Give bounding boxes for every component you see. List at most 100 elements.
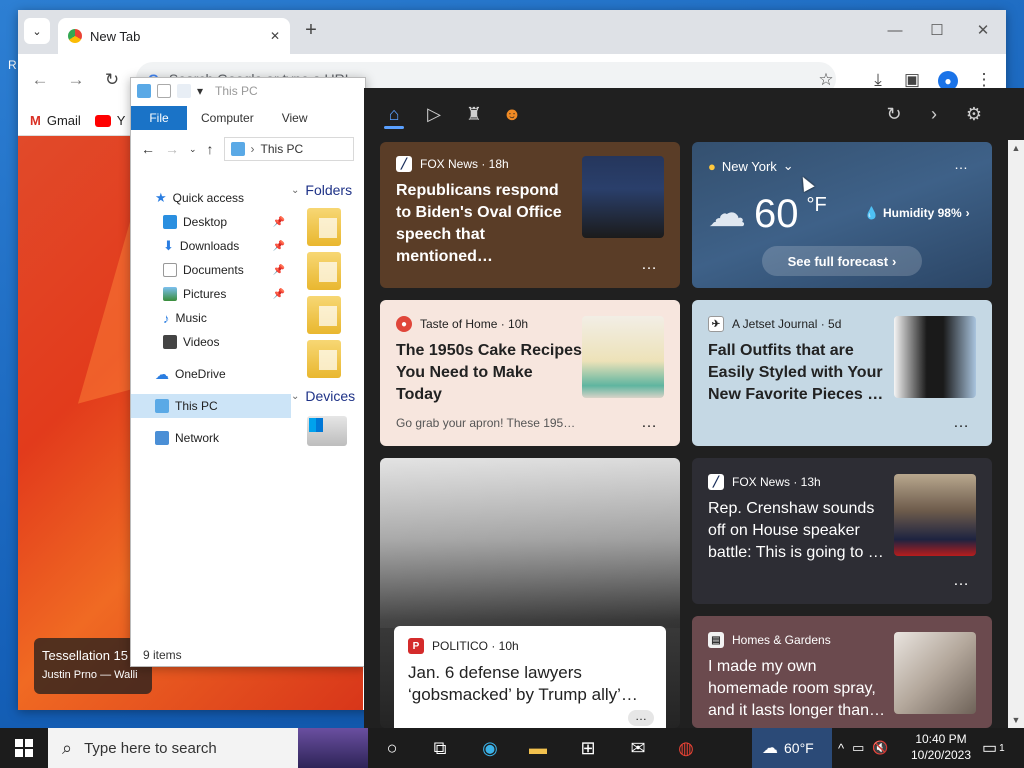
folders-group-header[interactable]: ⌄ Folders — [291, 178, 365, 202]
more-options-icon[interactable]: … — [641, 256, 658, 274]
youtube-icon — [94, 114, 111, 127]
chrome-tab-bar: ⌄ New Tab ✕ + — ☐ ✕ — [18, 10, 1006, 54]
chevron-right-icon: › — [965, 206, 970, 220]
start-button[interactable] — [0, 728, 48, 768]
network-icon[interactable]: ▭ — [852, 740, 864, 756]
news-card[interactable]: P POLITICO · 10h Jan. 6 defense lawyers … — [380, 458, 680, 728]
maximize-button[interactable]: ☐ — [922, 20, 952, 42]
bookmark-gmail[interactable]: M Gmail — [30, 113, 81, 128]
folder-documents-icon[interactable] — [307, 252, 341, 290]
explorer-title: This PC — [215, 84, 258, 98]
news-card[interactable]: ▤ Homes & Gardens I made my own homemade… — [692, 616, 992, 728]
nav-documents[interactable]: Documents 📌 — [131, 258, 291, 282]
chevron-right-icon[interactable]: › — [922, 102, 946, 126]
scroll-up-icon[interactable]: ▲ — [1008, 140, 1024, 156]
notification-center-button[interactable]: ▭ 1 — [982, 728, 1005, 768]
taskbar-search-box[interactable]: ⌕ Type here to search — [48, 728, 368, 768]
ribbon-computer-tab[interactable]: Computer — [187, 106, 268, 130]
more-options-icon[interactable]: … — [628, 710, 654, 726]
nav-pictures[interactable]: Pictures 📌 — [131, 282, 291, 306]
pin-icon[interactable]: 📌 — [273, 289, 285, 300]
pin-icon[interactable]: 📌 — [273, 217, 285, 228]
bookmark-youtube[interactable]: Y — [94, 113, 125, 128]
reload-icon[interactable]: ↻ — [100, 68, 124, 92]
weather-more-icon[interactable]: … — [954, 156, 968, 172]
video-icon[interactable]: ▷ — [422, 102, 446, 126]
address-bar[interactable]: › This PC — [223, 137, 354, 161]
politico-icon: P — [408, 638, 424, 654]
weather-location[interactable]: ● New York ⌄ — [708, 158, 794, 174]
refresh-icon[interactable]: ↻ — [882, 102, 906, 126]
gaming-icon[interactable]: ♜ — [462, 102, 486, 126]
homes-gardens-icon: ▤ — [708, 632, 724, 648]
task-view-icon[interactable]: ⧉ — [416, 728, 464, 768]
up-icon[interactable]: ↑ — [207, 141, 214, 157]
nav-this-pc[interactable]: This PC — [131, 394, 291, 418]
nav-desktop[interactable]: Desktop 📌 — [131, 210, 291, 234]
weather-card[interactable]: ● New York ⌄ … ☁ 60 °F 💧 Humidity 98% › … — [692, 142, 992, 288]
more-options-icon[interactable]: … — [953, 572, 970, 590]
volume-muted-icon[interactable]: 🔇 — [872, 740, 888, 756]
new-folder-icon[interactable] — [177, 84, 191, 98]
microsoft-store-icon[interactable]: ⊞ — [564, 728, 612, 768]
home-icon[interactable]: ⌂ — [382, 102, 406, 126]
tab-new-tab[interactable]: New Tab ✕ — [58, 18, 290, 54]
halloween-icon[interactable]: ☻ — [500, 102, 524, 126]
see-full-forecast-button[interactable]: See full forecast › — [762, 246, 922, 276]
nav-network[interactable]: Network — [131, 426, 291, 450]
settings-gear-icon[interactable]: ⚙ — [962, 102, 986, 126]
tab-title: New Tab — [90, 28, 141, 44]
more-options-icon[interactable]: … — [641, 414, 658, 432]
ribbon-file-tab[interactable]: File — [131, 106, 187, 130]
pin-icon[interactable]: 📌 — [273, 265, 285, 276]
new-tab-button[interactable]: + — [300, 20, 322, 42]
qat-dropdown-icon[interactable]: ▾ — [197, 84, 203, 98]
devices-group-header[interactable]: ⌄ Devices — [291, 384, 365, 408]
back-icon[interactable]: ← — [28, 68, 52, 92]
humidity[interactable]: 💧 Humidity 98% › — [864, 206, 970, 220]
recent-dropdown-icon[interactable]: ⌄ — [189, 144, 197, 155]
show-hidden-icons-icon[interactable]: ^ — [838, 741, 844, 756]
local-disk-icon[interactable] — [307, 416, 347, 446]
computer-icon — [155, 399, 169, 413]
file-explorer-icon[interactable]: ▬ — [514, 728, 562, 768]
edge-icon[interactable]: ◉ — [466, 728, 514, 768]
news-card[interactable]: ╱ FOX News · 18h Republicans respond to … — [380, 142, 680, 288]
close-window-button[interactable]: ✕ — [968, 20, 998, 42]
forward-icon[interactable]: → — [165, 141, 179, 157]
desktop-icon-label[interactable]: R — [8, 58, 17, 72]
folder-3d-objects-icon[interactable] — [307, 208, 341, 246]
folder-music-icon[interactable] — [307, 296, 341, 334]
ribbon-view-tab[interactable]: View — [268, 106, 322, 130]
more-options-icon[interactable]: … — [953, 414, 970, 432]
scroll-down-icon[interactable]: ▼ — [1008, 712, 1024, 728]
nav-videos[interactable]: Videos — [131, 330, 291, 354]
forward-icon[interactable]: → — [64, 68, 88, 92]
cloud-icon: ☁ — [762, 740, 778, 757]
fox-news-icon: ╱ — [708, 474, 724, 490]
news-card[interactable]: ● Taste of Home · 10h The 1950s Cake Rec… — [380, 300, 680, 446]
picture-icon — [163, 287, 177, 301]
news-card[interactable]: ╱ FOX News · 13h Rep. Crenshaw sounds of… — [692, 458, 992, 604]
properties-icon[interactable] — [157, 84, 171, 98]
nav-music[interactable]: ♪ Music — [131, 306, 291, 330]
news-scrollbar[interactable]: ▲ ▼ — [1008, 140, 1024, 728]
close-tab-icon[interactable]: ✕ — [270, 29, 280, 43]
card-title: Rep. Crenshaw sounds off on House speake… — [708, 500, 884, 561]
nav-quick-access[interactable]: ★ Quick access — [131, 186, 291, 210]
back-icon[interactable]: ← — [141, 141, 155, 157]
taskbar-weather-button[interactable]: ☁ 60°F — [752, 728, 832, 768]
tab-search-button[interactable]: ⌄ — [24, 18, 50, 44]
gmail-icon: M — [30, 113, 41, 128]
minimize-button[interactable]: — — [880, 20, 910, 42]
nav-onedrive[interactable]: ☁ OneDrive — [131, 362, 291, 386]
nav-downloads[interactable]: ⬇ Downloads 📌 — [131, 234, 291, 258]
folder-videos-icon[interactable] — [307, 340, 341, 378]
clock[interactable]: 10:40 PM 10/20/2023 — [908, 731, 974, 763]
news-card[interactable]: ✈ A Jetset Journal · 5d Fall Outfits tha… — [692, 300, 992, 446]
pin-icon[interactable]: 📌 — [273, 241, 285, 252]
star-icon: ★ — [155, 190, 167, 205]
cortana-icon[interactable]: ○ — [368, 728, 416, 768]
chrome-icon[interactable]: ◍ — [662, 728, 710, 768]
mail-icon[interactable]: ✉ — [614, 728, 662, 768]
